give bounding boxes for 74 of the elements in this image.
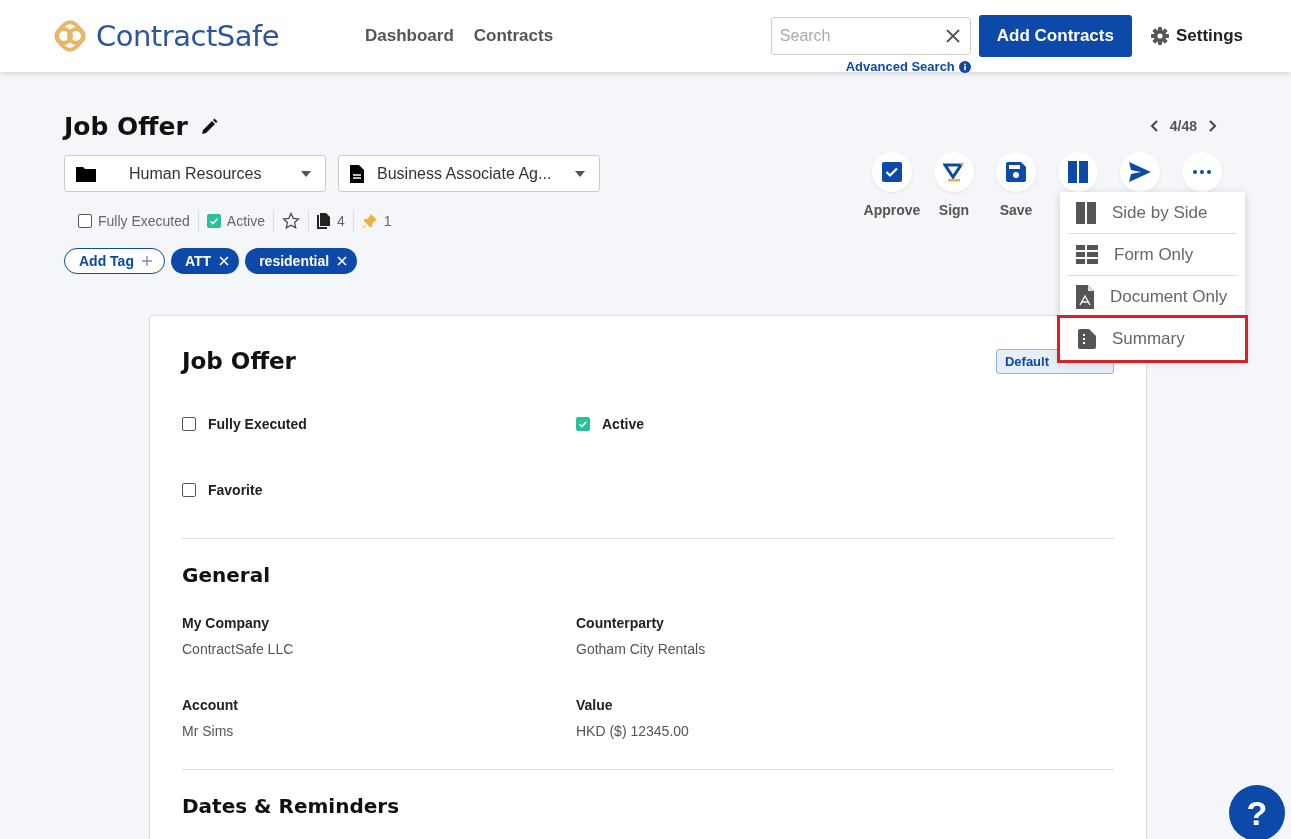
field-label: Value xyxy=(576,697,614,713)
caret-icon xyxy=(575,170,585,177)
close-icon[interactable] xyxy=(944,28,961,44)
tag-chip[interactable]: residential xyxy=(245,248,358,274)
document-icon xyxy=(349,163,365,184)
checkbox-icon xyxy=(882,162,902,182)
more-icon xyxy=(1193,170,1211,174)
chevron-right-icon[interactable] xyxy=(1209,120,1217,132)
section-title: General xyxy=(182,563,271,587)
action-label: Save xyxy=(999,202,1033,218)
save-button[interactable] xyxy=(996,152,1036,192)
add-contracts-button[interactable]: Add Contracts xyxy=(978,15,1132,57)
pdf-file-icon xyxy=(1076,284,1094,309)
nav-link[interactable]: Dashboard xyxy=(365,26,454,46)
columns-icon xyxy=(1068,161,1088,183)
dropdown[interactable]: Business Associate Ag... xyxy=(338,155,600,192)
field-value: ContractSafe LLC xyxy=(182,641,295,657)
layout-button[interactable] xyxy=(1058,152,1098,192)
columns-icon xyxy=(1076,201,1096,224)
status-label: Active xyxy=(226,213,265,229)
checkbox-label: Favorite xyxy=(208,482,263,498)
table-icon xyxy=(1076,244,1098,265)
status-label: Fully Executed xyxy=(98,213,190,229)
field-value: Mr Sims xyxy=(182,723,235,739)
settings-link[interactable]: Settings xyxy=(1175,26,1243,46)
menu-item[interactable]: Side by Side xyxy=(1068,192,1237,234)
action-label: Approve xyxy=(863,202,921,218)
logo-text[interactable]: ContractSafe xyxy=(96,19,279,53)
approve-button[interactable] xyxy=(872,152,912,192)
help-button[interactable]: ? xyxy=(1229,785,1285,839)
advanced-search-link[interactable]: Advanced Search xyxy=(845,59,955,74)
settings-icon[interactable] xyxy=(1149,26,1170,46)
sign-button[interactable] xyxy=(934,152,974,192)
field-label: Counterparty xyxy=(576,615,665,631)
field-label: Account xyxy=(182,697,239,713)
send-button[interactable] xyxy=(1120,152,1160,192)
pen-nib-icon xyxy=(943,161,965,183)
send-icon xyxy=(1129,162,1151,182)
contract-title: Job Offer xyxy=(64,112,188,141)
chevron-left-icon[interactable] xyxy=(1149,120,1158,132)
action-label: Sign xyxy=(938,202,970,218)
checkbox[interactable] xyxy=(182,483,196,497)
caret-icon xyxy=(301,170,311,177)
plus-icon xyxy=(141,256,152,266)
info-icon[interactable] xyxy=(958,60,971,73)
attachment-count: 4 xyxy=(336,213,345,229)
tag-chip[interactable]: ATT xyxy=(170,248,240,274)
section-title: Dates & Reminders xyxy=(182,794,401,818)
menu-item[interactable]: Document Only xyxy=(1068,276,1237,318)
page-counter: 4/48 xyxy=(1169,118,1197,134)
nav-link[interactable]: Contracts xyxy=(473,26,554,46)
pin-count: 1 xyxy=(383,213,392,229)
field-value: Gotham City Rentals xyxy=(576,641,707,657)
folder-icon xyxy=(75,164,97,183)
files-icon xyxy=(316,213,331,229)
search-field[interactable]: Search xyxy=(770,17,971,55)
file-icon xyxy=(1076,329,1096,349)
checkbox[interactable] xyxy=(78,214,92,228)
pin-icon xyxy=(361,213,378,229)
checkbox[interactable] xyxy=(182,417,196,431)
checkbox[interactable] xyxy=(206,214,221,228)
logo-icon xyxy=(52,18,88,54)
add-tag-button[interactable]: Add Tag xyxy=(64,248,165,274)
field-label: My Company xyxy=(182,615,271,631)
dropdown[interactable]: Human Resources xyxy=(64,155,326,192)
pencil-icon[interactable] xyxy=(199,117,218,136)
checkbox-label: Fully Executed xyxy=(208,416,307,432)
checkbox[interactable] xyxy=(576,417,590,431)
star-icon[interactable] xyxy=(281,212,300,230)
form-title: Job Offer xyxy=(182,348,296,374)
more-button[interactable] xyxy=(1182,152,1222,192)
menu-item[interactable]: Form Only xyxy=(1068,234,1237,276)
field-value: HKD ($) 12345.00 xyxy=(576,723,690,739)
checkbox-label: Active xyxy=(602,416,645,432)
